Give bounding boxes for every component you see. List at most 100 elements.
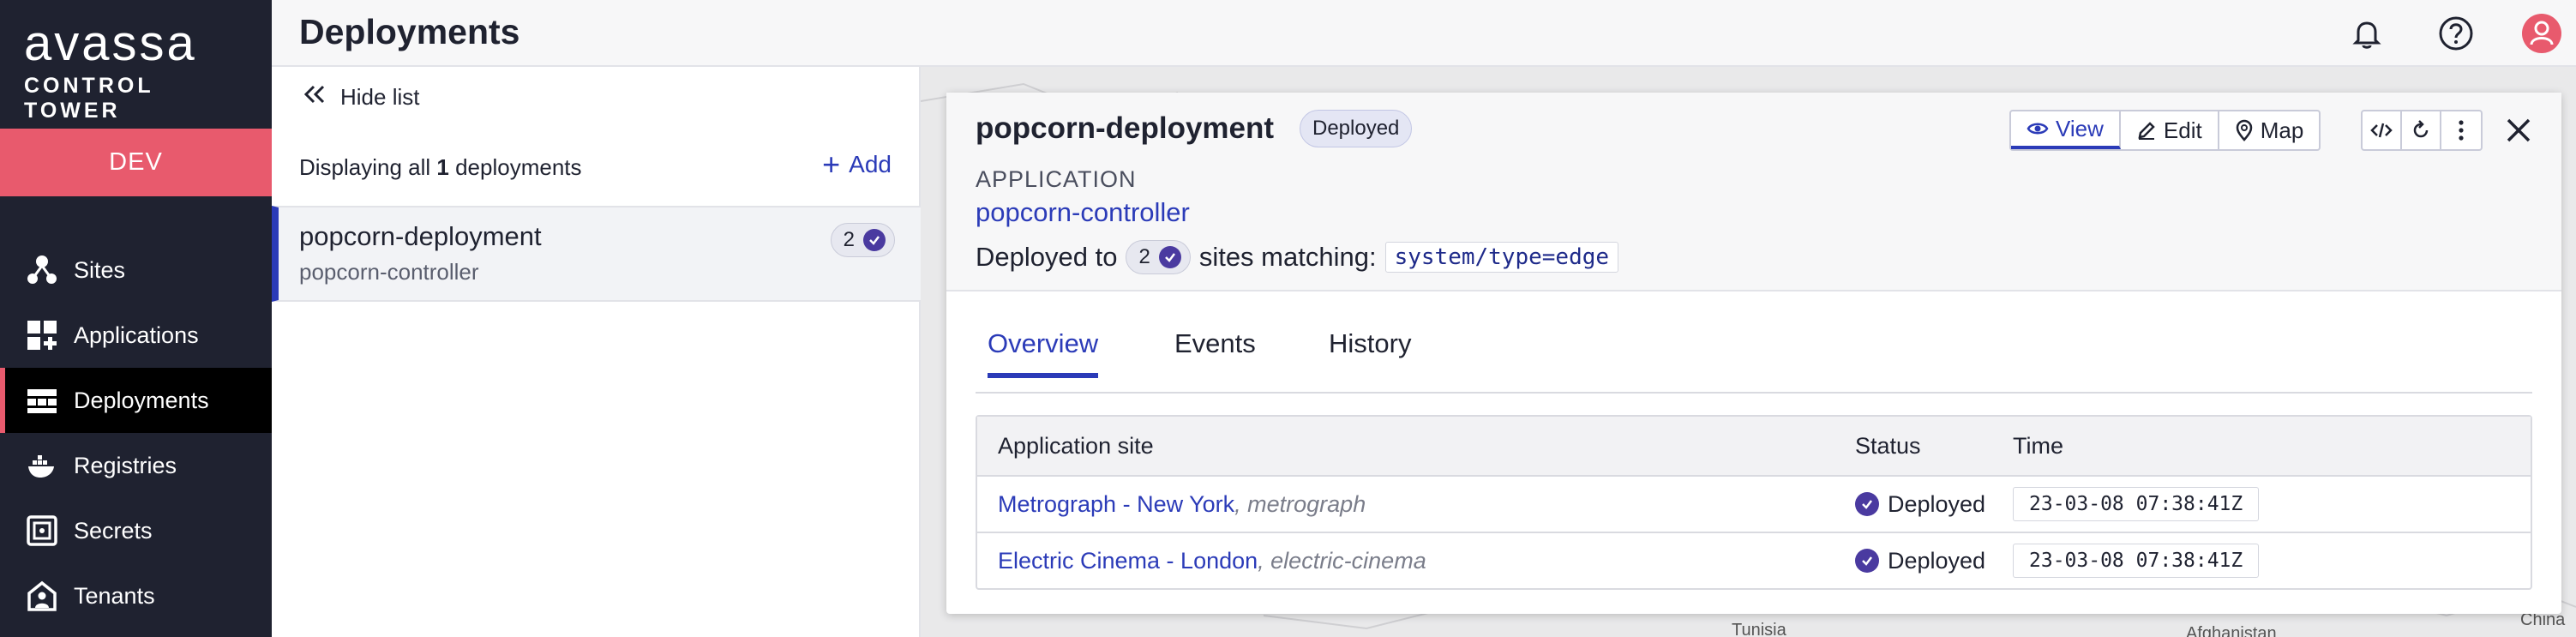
deployment-detail-card: popcorn-deployment Deployed APPLICATION … [946, 93, 2561, 614]
application-kind-label: APPLICATION [976, 166, 1137, 192]
table-row: Metrograph - New York, metrograph Deploy… [977, 475, 2531, 532]
status-cell: Deployed [1855, 533, 1985, 588]
add-label: Add [849, 151, 892, 177]
view-button[interactable]: View [2011, 111, 2121, 149]
tab-overview[interactable]: Overview [988, 328, 1099, 378]
tenants-icon [24, 578, 60, 614]
site-count: 2 [1138, 245, 1150, 268]
sidebar-item-registries[interactable]: Registries [0, 433, 272, 498]
summary-prefix: Displaying all [299, 154, 437, 180]
sidebar-item-applications[interactable]: Applications [0, 303, 272, 368]
list-item-name: popcorn-deployment [299, 221, 542, 251]
view-mode-toggle: View Edit Map [2009, 110, 2321, 151]
check-circle-icon [1855, 492, 1879, 516]
detail-header: popcorn-deployment Deployed APPLICATION … [946, 93, 2561, 291]
check-circle-icon [863, 229, 886, 251]
edit-button[interactable]: Edit [2121, 111, 2219, 149]
site-alias: , metrograph [1234, 490, 1366, 517]
sidebar-nav: Sites Applications Deployments Registrie… [0, 237, 272, 628]
page-title: Deployments [299, 12, 520, 51]
match-expression: system/type=edge [1384, 242, 1619, 273]
timestamp: 23-03-08 07:38:41Z [2013, 487, 2260, 521]
code-view-button[interactable] [2363, 111, 2402, 149]
environment-banner: DEV [0, 129, 272, 196]
map-button[interactable]: Map [2219, 111, 2320, 149]
site-count-badge[interactable]: 2 [1126, 240, 1191, 274]
sidebar: avassa CONTROL TOWER DEV Sites Applicati… [0, 0, 272, 637]
summary-suffix: deployments [448, 154, 582, 180]
sidebar-item-deployments[interactable]: Deployments [0, 368, 272, 433]
deployments-list-panel: Hide list Displaying all 1 deployments +… [272, 67, 921, 637]
site-link[interactable]: Electric Cinema - London [998, 548, 1258, 574]
deployment-title: popcorn-deployment [976, 111, 1275, 145]
list-item[interactable]: popcorn-deployment popcorn-controller 2 [272, 206, 921, 302]
application-link[interactable]: popcorn-controller [976, 197, 1190, 228]
notifications-bell-icon[interactable] [2346, 13, 2387, 54]
eye-icon [2027, 123, 2049, 135]
status-text: Deployed [1888, 547, 1986, 574]
column-header-site: Application site [998, 432, 1154, 459]
top-header: Deployments [272, 0, 2576, 67]
plus-icon: + [822, 147, 841, 182]
close-icon [2507, 118, 2531, 142]
deployed-to-summary: Deployed to 2 sites matching: system/typ… [976, 240, 1619, 274]
check-circle-icon [1158, 246, 1181, 268]
more-options-button[interactable] [2441, 111, 2481, 149]
table-row: Electric Cinema - London, electric-cinem… [977, 532, 2531, 588]
table-header-row: Application site Status Time [977, 417, 2531, 475]
refresh-button[interactable] [2402, 111, 2441, 149]
timestamp: 23-03-08 07:38:41Z [2013, 544, 2260, 578]
close-detail-button[interactable] [2500, 111, 2537, 149]
column-header-status: Status [1855, 432, 1921, 459]
map-pin-icon [2236, 119, 2252, 141]
map-label: Tunisia [1732, 621, 1786, 637]
secrets-icon [24, 513, 60, 549]
registries-icon [24, 448, 60, 484]
user-avatar-icon[interactable] [2521, 13, 2562, 54]
hide-list-button[interactable]: Hide list [303, 84, 419, 111]
avassa-logo[interactable]: avassa CONTROL TOWER [24, 19, 249, 123]
sidebar-item-label: Deployments [74, 387, 209, 413]
refresh-icon [2413, 120, 2429, 138]
tab-events[interactable]: Events [1174, 328, 1256, 373]
hide-list-label: Hide list [340, 84, 420, 110]
sidebar-item-secrets[interactable]: Secrets [0, 498, 272, 563]
time-cell: 23-03-08 07:38:41Z [2013, 477, 2260, 532]
map-label: Afghanistan [2186, 624, 2277, 637]
status-cell: Deployed [1855, 477, 1985, 532]
sidebar-item-label: Secrets [74, 517, 153, 544]
edit-label: Edit [2163, 117, 2202, 143]
sidebar-item-tenants[interactable]: Tenants [0, 563, 272, 628]
sidebar-item-label: Sites [74, 256, 126, 283]
status-badge: Deployed [1300, 110, 1413, 147]
time-cell: 23-03-08 07:38:41Z [2013, 533, 2260, 588]
deployed-suffix: sites matching: [1198, 242, 1377, 272]
sites-icon [24, 252, 60, 288]
detail-tabs: Overview Events History [976, 328, 2532, 394]
code-icon [2370, 123, 2393, 138]
sidebar-item-label: Applications [74, 322, 199, 348]
double-chevron-left-icon [303, 84, 327, 111]
pencil-icon [2138, 122, 2155, 140]
applications-icon [24, 317, 60, 353]
site-count-badge: 2 [830, 223, 895, 257]
summary-count: 1 [436, 154, 449, 180]
view-label: View [2056, 115, 2104, 141]
site-cell: Electric Cinema - London, electric-cinem… [998, 533, 1426, 588]
list-item-application: popcorn-controller [299, 259, 479, 285]
site-link[interactable]: Metrograph - New York [998, 491, 1234, 518]
site-count: 2 [843, 228, 855, 251]
tab-history[interactable]: History [1329, 328, 1411, 373]
detail-actions-group [2361, 110, 2483, 151]
application-sites-table: Application site Status Time Metrograph … [976, 415, 2532, 590]
map-label: Map [2260, 117, 2304, 143]
sidebar-item-label: Tenants [74, 582, 155, 609]
logo-tagline: CONTROL TOWER [24, 74, 154, 123]
check-circle-icon [1855, 549, 1879, 573]
add-deployment-button[interactable]: + Add [822, 147, 892, 182]
sidebar-item-sites[interactable]: Sites [0, 237, 272, 303]
kebab-menu-icon [2459, 120, 2464, 141]
help-icon[interactable] [2435, 13, 2477, 54]
deployed-prefix: Deployed to [976, 242, 1118, 272]
logo-wordmark: avassa [24, 15, 197, 71]
